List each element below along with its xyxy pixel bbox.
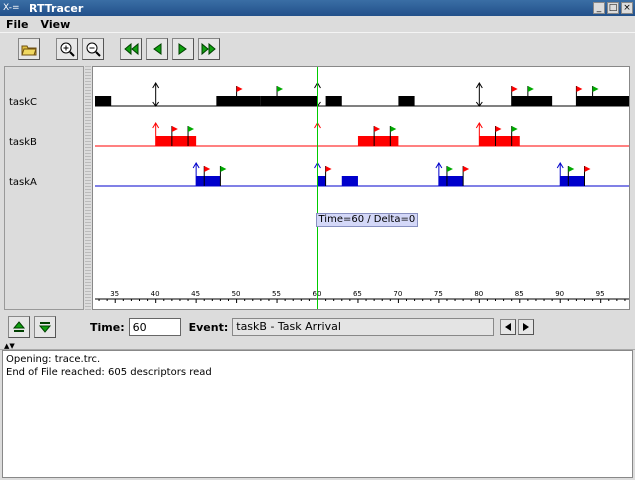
console-panel[interactable]: Opening: trace.trc. End of File reached:…	[2, 350, 633, 478]
step-back-button[interactable]	[146, 37, 168, 60]
menu-view[interactable]: View	[35, 18, 77, 31]
prev-event-button[interactable]	[500, 319, 517, 335]
execution-bar	[438, 176, 464, 186]
trace-chart[interactable]: 35 40 45 50 55 60 65 70 75 80 85 90 95	[93, 67, 630, 310]
arrow-up-icon	[12, 321, 26, 332]
task-label-b: taskB	[9, 137, 37, 148]
next-event-button[interactable]	[518, 319, 535, 335]
task-labels-panel: taskC taskB taskA	[4, 66, 84, 310]
execution-bar	[155, 136, 197, 146]
event-flag	[584, 166, 591, 172]
trace-plot[interactable]: 35 40 45 50 55 60 65 70 75 80 85 90 95 Time=60 / Del…	[92, 66, 630, 310]
rewind-icon	[124, 42, 139, 55]
execution-bar	[576, 96, 629, 106]
event-flag	[171, 126, 178, 132]
toolbar	[0, 32, 635, 64]
axis-tick-label: 70	[393, 290, 402, 298]
axis-tick-label: 75	[434, 290, 443, 298]
event-flag	[446, 166, 453, 172]
open-folder-icon	[21, 45, 37, 55]
title-bar: X-= RTTracer _ □ ×	[0, 0, 635, 16]
scroll-down-button[interactable]	[34, 316, 56, 338]
step-back-icon	[153, 42, 162, 55]
execution-bar	[560, 176, 585, 186]
event-field: taskB - Task Arrival	[232, 318, 495, 336]
event-flag	[220, 166, 227, 172]
axis-tick-label: 50	[232, 290, 241, 298]
menu-file[interactable]: File	[0, 18, 35, 31]
event-flag	[576, 86, 583, 92]
zoom-out-button[interactable]	[82, 37, 104, 60]
triangle-right-icon	[523, 323, 530, 331]
window-title: RTTracer	[29, 1, 84, 15]
axis-tick-label: 90	[555, 290, 564, 298]
execution-bar	[479, 136, 520, 146]
execution-bar	[216, 96, 261, 106]
execution-bar	[341, 176, 358, 186]
execution-bar	[398, 96, 415, 106]
task-label-c: taskC	[9, 97, 38, 108]
zoom-in-button[interactable]	[56, 37, 78, 60]
bottom-bar: Time: Event: taskB - Task Arrival	[0, 312, 635, 342]
horizontal-splitter[interactable]: ▲▼	[0, 342, 635, 350]
axis-tick-label: 85	[515, 290, 524, 298]
execution-bar	[260, 96, 318, 106]
execution-bar	[95, 96, 112, 106]
execution-bar	[357, 136, 399, 146]
event-flag	[495, 126, 502, 132]
axis-tick-label: 40	[151, 290, 160, 298]
event-flag	[277, 86, 284, 92]
event-flag	[511, 126, 518, 132]
axis-tick-label: 45	[191, 290, 200, 298]
maximize-icon[interactable]: □	[607, 2, 619, 14]
axis-tick-label: 80	[474, 290, 483, 298]
axis-tick-label: 95	[596, 290, 605, 298]
event-flag	[204, 166, 211, 172]
event-flag	[188, 126, 195, 132]
event-flag	[236, 86, 243, 92]
execution-bar	[317, 176, 326, 186]
rewind-button[interactable]	[120, 37, 142, 60]
triangle-left-icon	[505, 323, 512, 331]
vertical-splitter[interactable]	[85, 66, 91, 310]
execution-bar	[511, 96, 553, 106]
event-flag	[374, 126, 381, 132]
axis-tick-label: 35	[110, 290, 119, 298]
console-line: Opening: trace.trc.	[6, 354, 101, 365]
open-button[interactable]	[18, 37, 40, 60]
minimize-icon[interactable]: _	[593, 2, 605, 14]
step-forward-button[interactable]	[172, 37, 194, 60]
window-menu-icon[interactable]: X-=	[3, 1, 25, 15]
console-line: End of File reached: 605 descriptors rea…	[6, 367, 212, 378]
fast-forward-icon	[201, 42, 216, 55]
event-flag	[325, 166, 332, 172]
menu-bar: File View	[0, 16, 635, 32]
event-flag	[463, 166, 470, 172]
zoom-out-icon	[86, 42, 101, 57]
axis-tick-label: 55	[272, 290, 281, 298]
event-flag	[568, 166, 575, 172]
time-tooltip: Time=60 / Delta=0	[315, 213, 419, 227]
step-forward-icon	[178, 42, 187, 55]
event-label: Event:	[188, 320, 229, 334]
zoom-in-icon	[60, 42, 75, 57]
execution-bar	[196, 176, 221, 186]
task-label-a: taskA	[9, 177, 37, 188]
close-icon[interactable]: ×	[621, 2, 633, 14]
event-flag	[592, 86, 599, 92]
axis-tick-label: 60	[313, 290, 322, 298]
axis-tick-label: 65	[353, 290, 362, 298]
arrow-down-icon	[38, 322, 52, 333]
execution-bar	[325, 96, 342, 106]
scroll-up-button[interactable]	[8, 316, 30, 338]
fast-forward-button[interactable]	[198, 37, 220, 60]
event-flag	[527, 86, 534, 92]
event-flag	[390, 126, 397, 132]
time-input[interactable]	[128, 318, 181, 336]
event-flag	[511, 86, 518, 92]
time-label: Time:	[90, 320, 125, 334]
